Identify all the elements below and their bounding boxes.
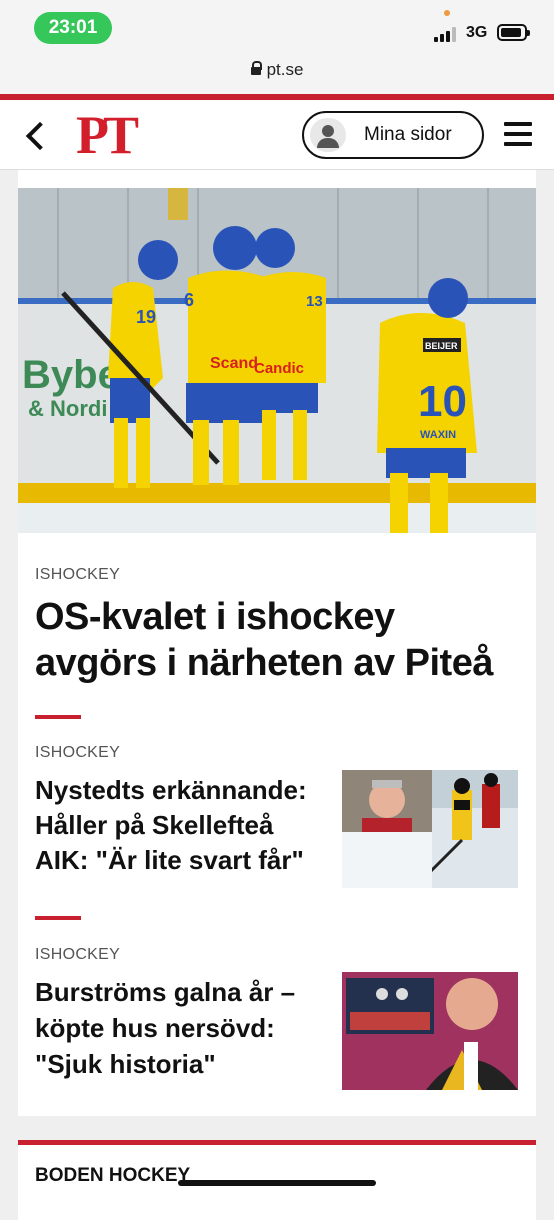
status-time: 23:01 (34, 12, 112, 44)
board-ad-text-2: & Nordi (28, 396, 107, 421)
jersey-number: 6 (184, 290, 194, 310)
article-headline[interactable]: Nystedts erkännande: Håller på Skellefte… (35, 773, 325, 878)
article-tag: ISHOCKEY (35, 566, 121, 583)
signal-icon (434, 26, 460, 42)
battery-icon (497, 24, 530, 41)
article-list-card: Byber & Nordi 19 Scandic 6 Candic 13 BEI… (18, 170, 536, 1116)
user-icon (310, 118, 346, 152)
section-title[interactable]: BODEN HOCKEY (35, 1165, 190, 1187)
home-indicator[interactable] (178, 1180, 376, 1186)
pt-logo[interactable]: PT (76, 108, 146, 162)
network-type: 3G (466, 24, 488, 41)
article-tag: ISHOCKEY (35, 744, 121, 761)
jersey-number: 10 (418, 377, 467, 426)
jersey-number: 19 (136, 307, 156, 327)
jersey-number: 13 (306, 293, 323, 310)
divider (35, 715, 81, 719)
location-indicator (444, 10, 450, 16)
back-arrow-icon[interactable] (24, 122, 46, 148)
url-text: pt.se (266, 60, 304, 79)
jersey-name: WAXIN (420, 429, 456, 441)
status-bar: 23:01 3G (0, 0, 554, 56)
hero-image[interactable]: Byber & Nordi 19 Scandic 6 Candic 13 BEI… (18, 188, 536, 533)
article-thumbnail[interactable] (342, 972, 518, 1090)
divider (35, 916, 81, 920)
article-headline[interactable]: Burströms galna år – köpte hus nersövd: … (35, 974, 325, 1082)
mina-sidor-label: Mina sidor (364, 124, 452, 145)
site-header: PT Mina sidor (0, 100, 554, 170)
menu-icon[interactable] (504, 122, 532, 148)
lock-icon (250, 61, 262, 75)
article-thumbnail[interactable] (342, 770, 518, 888)
sponsor-beijer: BEIJER (425, 341, 458, 351)
mina-sidor-button[interactable]: Mina sidor (302, 111, 484, 159)
article-tag: ISHOCKEY (35, 946, 121, 963)
article-headline[interactable]: OS-kvalet i ishockey avgörs i närheten a… (35, 594, 525, 686)
sponsor-candic: Candic (254, 360, 304, 377)
address-bar[interactable]: pt.se (0, 56, 554, 94)
